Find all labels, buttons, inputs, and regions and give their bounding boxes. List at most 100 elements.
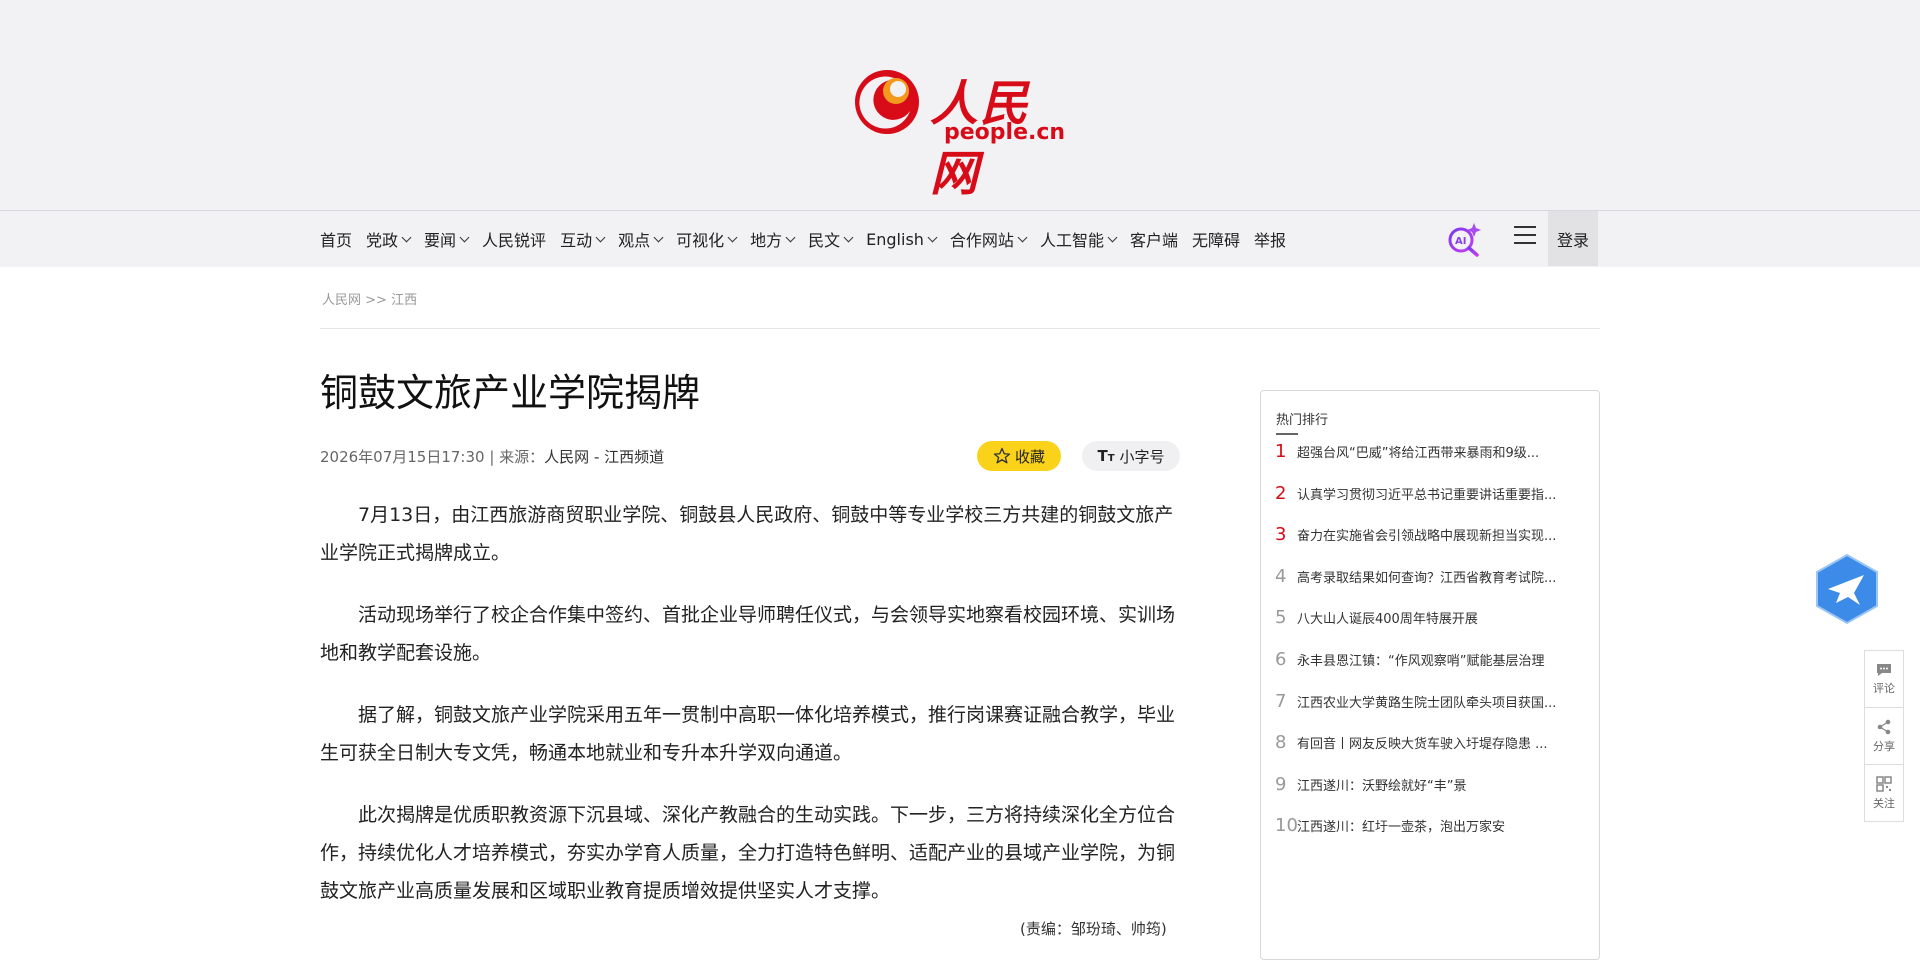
nav-item-14[interactable]: 举报 — [1254, 227, 1286, 251]
ranking-text: 高考录取结果如何查询？江西省教育考试院... — [1297, 570, 1557, 586]
ranking-item[interactable]: 5 八大山人诞辰400周年特展开展 — [1275, 607, 1585, 628]
nav-item-3[interactable]: 人民锐评 — [482, 227, 546, 251]
logo-text-en: people.cn — [944, 120, 1066, 145]
site-logo[interactable]: 人民网 people.cn — [852, 62, 1072, 202]
chevron-down-icon — [843, 232, 854, 242]
nav-item-10[interactable]: 合作网站 — [950, 227, 1028, 251]
login-button[interactable]: 登录 — [1548, 211, 1598, 266]
ranking-item[interactable]: 7 江西农业大学黄路生院士团队牵头项目获国... — [1275, 691, 1585, 712]
font-size-button[interactable]: TT 小字号 — [1082, 441, 1180, 471]
ranking-number: 3 — [1275, 524, 1287, 546]
article-body: 7月13日，由江西旅游商贸职业学院、铜鼓县人民政府、铜鼓中等专业学校三方共建的铜… — [320, 496, 1180, 934]
ai-search-icon[interactable]: AI — [1446, 221, 1482, 257]
ranking-item[interactable]: 10 江西遂川：红圩一壶茶，泡出万家安 — [1275, 815, 1585, 836]
ranking-text: 江西遂川：沃野绘就好“丰”景 — [1297, 778, 1467, 794]
font-size-label: 小字号 — [1119, 447, 1165, 466]
nav-item-1[interactable]: 党政 — [366, 227, 412, 251]
divider — [320, 328, 1600, 329]
nav-item-label: 党政 — [366, 231, 399, 250]
nav-item-4[interactable]: 互动 — [560, 227, 606, 251]
share-button[interactable]: 分享 — [1865, 708, 1903, 765]
nav-item-2[interactable]: 要闻 — [424, 227, 470, 251]
ranking-item[interactable]: 1 超强台风“巴威”将给江西带来暴雨和9级... — [1275, 441, 1585, 462]
ranking-number: 6 — [1275, 649, 1287, 670]
ranking-number: 10 — [1275, 815, 1298, 837]
chevron-down-icon — [595, 232, 606, 242]
chevron-down-icon — [727, 232, 738, 242]
article-paragraph: 7月13日，由江西旅游商贸职业学院、铜鼓县人民政府、铜鼓中等专业学校三方共建的铜… — [320, 504, 1174, 564]
ranking-text: 八大山人诞辰400周年特展开展 — [1297, 612, 1478, 628]
ranking-number: 4 — [1275, 565, 1287, 587]
hamburger-icon[interactable] — [1514, 226, 1536, 246]
article-source[interactable]: 人民网 - 江西频道 — [544, 448, 664, 466]
hot-ranking-panel: 热门排行 1 超强台风“巴威”将给江西带来暴雨和9级... 2 认真学习贯彻习近平总书… — [1260, 390, 1600, 960]
chevron-down-icon — [1107, 232, 1118, 242]
article-paragraph: 据了解，铜鼓文旅产业学院采用五年一贯制中高职一体化培养模式，推行岗课赛证融合教学… — [320, 704, 1176, 764]
favorite-button[interactable]: 收藏 — [977, 441, 1061, 471]
nav-item-label: 人民锐评 — [482, 231, 547, 250]
chevron-down-icon — [927, 232, 938, 242]
ranking-item[interactable]: 4 高考录取结果如何查询？江西省教育考试院... — [1275, 566, 1585, 587]
ranking-number: 2 — [1275, 482, 1287, 504]
chevron-down-icon — [1017, 232, 1028, 242]
favorite-label: 收藏 — [1014, 447, 1045, 466]
ranking-text: 有回音丨网友反映大货车驶入圩堤存隐患 ... — [1297, 737, 1548, 753]
nav-item-label: 观点 — [618, 231, 651, 250]
nav-item-label: 民文 — [808, 231, 841, 250]
nav-item-11[interactable]: 人工智能 — [1040, 227, 1118, 251]
nav-item-label: 地方 — [750, 231, 783, 250]
ranking-text: 超强台风“巴威”将给江西带来暴雨和9级... — [1297, 446, 1540, 461]
logo-emblem-icon — [855, 70, 919, 134]
nav-item-label: 可视化 — [676, 231, 725, 250]
breadcrumb-home[interactable]: 人民网 — [322, 293, 361, 308]
comment-label: 评论 — [1873, 681, 1895, 695]
breadcrumb-section[interactable]: 江西 — [391, 293, 417, 308]
nav-item-7[interactable]: 地方 — [750, 227, 796, 251]
nav-item-label: 互动 — [560, 231, 593, 250]
chevron-down-icon — [401, 232, 412, 242]
nav-item-label: 要闻 — [424, 231, 457, 250]
comment-button[interactable]: 评论 — [1865, 651, 1903, 708]
ranking-item[interactable]: 2 认真学习贯彻习近平总书记重要讲话重要指... — [1275, 483, 1585, 504]
nav-item-label: 首页 — [320, 231, 353, 250]
page-title: 铜鼓文旅产业学院揭牌 — [320, 371, 701, 415]
text-size-icon: TT — [1097, 447, 1115, 465]
chevron-down-icon — [459, 232, 470, 242]
main-nav: 首页 党政 要闻 人民锐评 互动 观点 可视化 地方 民文 English 合作网站 人工智能 客户端无… — [0, 210, 1920, 267]
ranking-number: 8 — [1275, 732, 1287, 754]
source-separator: | 来源： — [484, 448, 545, 466]
nav-item-8[interactable]: 民文 — [808, 227, 854, 251]
nav-item-5[interactable]: 观点 — [618, 227, 664, 251]
ranking-item[interactable]: 6 永丰县恩江镇：“作风观察哨”赋能基层治理 — [1275, 649, 1585, 670]
nav-item-6[interactable]: 可视化 — [676, 227, 738, 251]
chevron-down-icon — [785, 232, 796, 242]
article-paragraph: 活动现场举行了校企合作集中签约、首批企业导师聘任仪式，与会领导实地察看校园环境、… — [320, 604, 1176, 664]
nav-item-12[interactable]: 客户端 — [1130, 227, 1178, 251]
follow-label: 关注 — [1873, 796, 1895, 810]
nav-item-0[interactable]: 首页 — [320, 227, 352, 251]
ranking-title-underline — [1276, 433, 1298, 435]
ranking-number: 7 — [1275, 690, 1287, 712]
ranking-title: 热门排行 — [1276, 413, 1329, 428]
breadcrumb-separator: >> — [361, 293, 392, 308]
nav-item-13[interactable]: 无障碍 — [1192, 227, 1240, 251]
ranking-text: 奋力在实施省会引领战略中展现新担当实现... — [1297, 529, 1557, 545]
nav-items: 首页 党政 要闻 人民锐评 互动 观点 可视化 地方 民文 English 合作网站 人工智能 客户端无… — [320, 211, 1300, 267]
ranking-number: 9 — [1275, 773, 1287, 795]
follow-button[interactable]: 关注 — [1865, 765, 1903, 821]
ranking-item[interactable]: 9 江西遂川：沃野绘就好“丰”景 — [1275, 774, 1585, 795]
nav-item-label: 客户端 — [1129, 231, 1178, 250]
ranking-text: 认真学习贯彻习近平总书记重要讲话重要指... — [1297, 487, 1557, 503]
ranking-item[interactable]: 8 有回音丨网友反映大货车驶入圩堤存隐患 ... — [1275, 732, 1585, 753]
float-bird-icon[interactable] — [1814, 553, 1880, 625]
comment-icon — [1877, 663, 1891, 676]
star-icon — [993, 447, 1011, 464]
svg-text:AI: AI — [1455, 236, 1466, 247]
ranking-text: 永丰县恩江镇：“作风观察哨”赋能基层治理 — [1297, 654, 1545, 669]
nav-item-9[interactable]: English — [866, 230, 938, 249]
share-label: 分享 — [1873, 739, 1895, 753]
ranking-item[interactable]: 3 奋力在实施省会引领战略中展现新担当实现... — [1275, 524, 1585, 545]
nav-item-label: 举报 — [1253, 231, 1286, 250]
ranking-number: 5 — [1275, 607, 1287, 629]
ranking-text: 江西遂川：红圩一壶茶，泡出万家安 — [1297, 820, 1506, 836]
